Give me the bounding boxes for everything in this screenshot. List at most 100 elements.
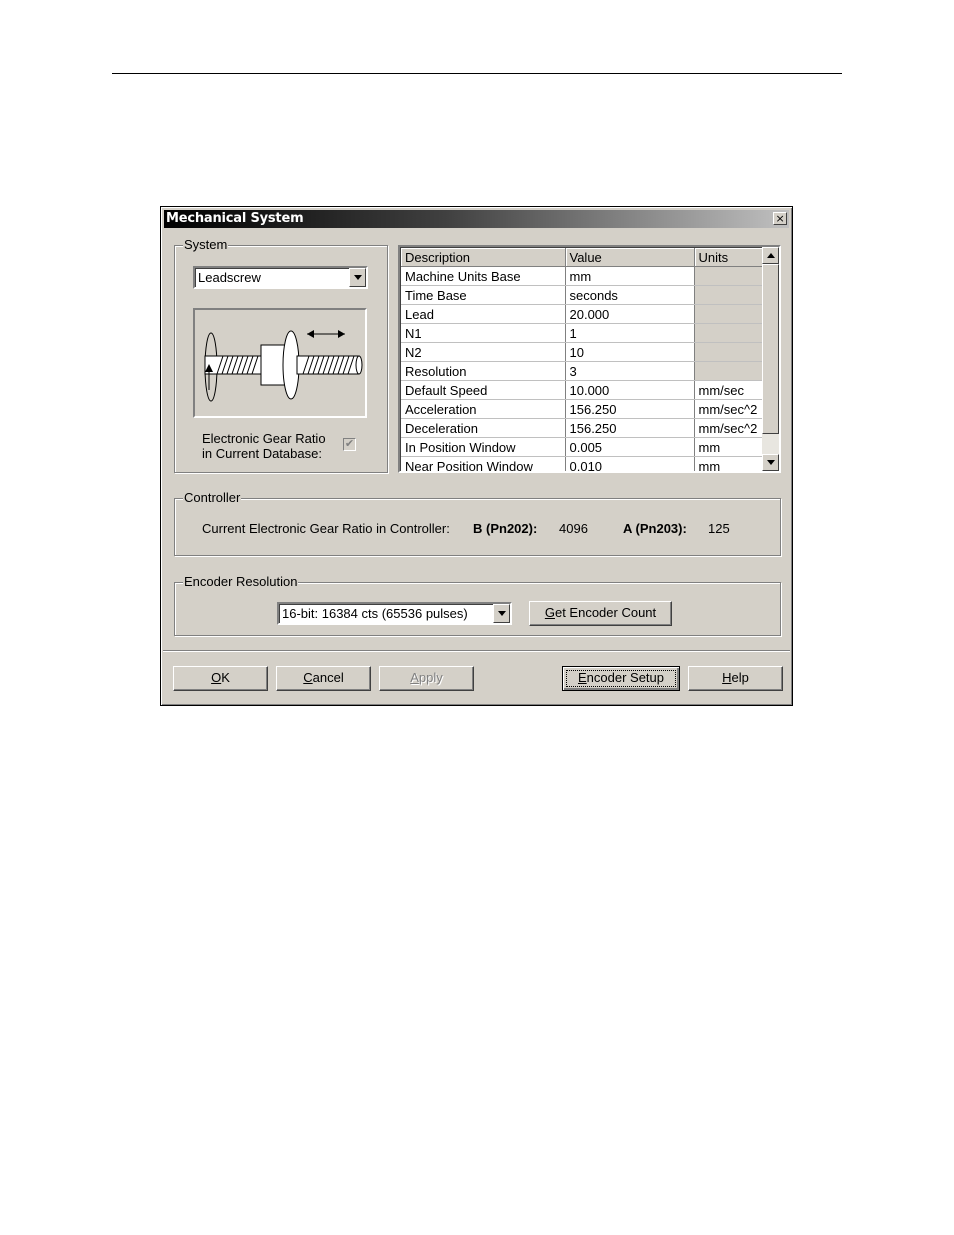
table-row[interactable]: Acceleration 156.250 mm/sec^2 [401,399,763,419]
cell-description: Resolution [401,361,566,381]
table-row[interactable]: Near Position Window 0.010 mm [401,456,763,471]
a-pn203-label: A (Pn203): [623,521,687,536]
dialog-title: Mechanical System [166,211,304,226]
cell-value[interactable]: 1 [565,323,695,343]
cell-value[interactable]: 0.010 [565,456,695,471]
table-row[interactable]: N1 1 [401,323,763,343]
cell-units [694,323,763,343]
cell-description: Lead [401,304,566,324]
cancel-button[interactable]: Cancel [276,666,371,691]
cell-value[interactable]: 10.000 [565,380,695,400]
scroll-down-button[interactable] [762,454,779,471]
cell-units [694,285,763,305]
cell-units [694,266,763,286]
leadscrew-illustration [193,308,367,418]
encoder-setup-button[interactable]: Encoder Setup [562,666,680,691]
encoder-dropdown-button[interactable] [493,604,510,623]
encoder-resolution-group: Encoder Resolution 16-bit: 16384 cts (65… [174,574,781,636]
scroll-up-button[interactable] [762,247,779,264]
gear-ratio-label: Electronic Gear Ratio in Current Databas… [202,431,326,461]
button-label: elp [731,670,749,685]
cell-value[interactable]: 156.250 [565,399,695,419]
button-mnemonic: A [410,670,419,685]
cell-value[interactable]: 156.250 [565,418,695,438]
controller-ratio-label: Current Electronic Gear Ratio in Control… [202,521,450,536]
system-type-value: Leadscrew [198,270,261,285]
properties-grid[interactable]: Description Value Units Machine Units Ba… [398,245,781,473]
leadscrew-diagram-icon [204,330,363,402]
apply-button[interactable]: Apply [379,666,474,691]
system-type-dropdown-button[interactable] [349,268,366,287]
cell-value[interactable]: 3 [565,361,695,381]
cell-description: Machine Units Base [401,266,566,286]
encoder-resolution-value: 16-bit: 16384 cts (65536 pulses) [282,606,468,621]
button-mnemonic: G [544,605,555,620]
cell-value[interactable]: mm [565,266,695,286]
button-label: pply [418,670,443,685]
gear-ratio-label-line1: Electronic Gear Ratio [202,431,326,446]
button-label: et Encoder Count [554,605,657,620]
button-mnemonic: C [303,670,313,685]
a-pn203-value: 125 [708,521,730,536]
table-row[interactable]: Default Speed 10.000 mm/sec [401,380,763,400]
b-pn202-value: 4096 [559,521,588,536]
cell-description: N2 [401,342,566,362]
button-label: ancel [312,670,344,685]
cell-description: Time Base [401,285,566,305]
cell-value[interactable]: seconds [565,285,695,305]
table-header-row: Description Value Units [401,248,763,267]
cell-value[interactable]: 0.005 [565,437,695,457]
encoder-resolution-select[interactable]: 16-bit: 16384 cts (65536 pulses) [277,602,512,625]
cell-units: mm/sec^2 [694,418,763,438]
cell-description: In Position Window [401,437,566,457]
table-row[interactable]: In Position Window 0.005 mm [401,437,763,457]
button-label: K [221,670,230,685]
cell-description: N1 [401,323,566,343]
chevron-down-icon [353,275,362,280]
cell-description: Near Position Window [401,456,566,471]
system-type-select[interactable]: Leadscrew [193,266,368,289]
cell-units [694,361,763,381]
cell-units [694,304,763,324]
system-group: System Leadscrew Electronic Gear Ratio i… [174,237,388,473]
ok-button[interactable]: OK [173,666,268,691]
table-row[interactable]: N2 10 [401,342,763,362]
table-row[interactable]: Machine Units Base mm [401,266,763,286]
b-pn202-label: B (Pn202): [473,521,538,536]
system-group-label: System [183,237,229,253]
page-header-rule [112,73,842,74]
encoder-group-label: Encoder Resolution [183,574,299,590]
checkmark-icon: ✔ [344,438,355,450]
gear-ratio-checkbox[interactable]: ✔ [343,438,356,451]
properties-table: Description Value Units Machine Units Ba… [401,248,763,471]
cell-units [694,342,763,362]
mechanical-system-dialog: Mechanical System × System Leadscrew Ele… [160,206,793,706]
table-row[interactable]: Resolution 3 [401,361,763,381]
chevron-down-icon [497,611,506,616]
cell-units: mm [694,437,763,457]
column-header-description[interactable]: Description [401,248,566,267]
scroll-thumb[interactable] [762,264,779,434]
cell-description: Acceleration [401,399,566,419]
controller-group: Controller Current Electronic Gear Ratio… [174,490,781,556]
close-icon: × [775,212,785,225]
button-mnemonic: H [722,670,732,685]
button-mnemonic: O [211,670,222,685]
focus-ring [566,670,676,687]
close-button[interactable]: × [773,212,787,225]
cell-value[interactable]: 20.000 [565,304,695,324]
help-button[interactable]: Help [688,666,783,691]
cell-units: mm/sec^2 [694,399,763,419]
get-encoder-count-button[interactable]: Get Encoder Count [529,601,672,626]
grid-scrollbar[interactable] [762,247,779,471]
arrow-up-icon [766,253,775,258]
table-row[interactable]: Time Base seconds [401,285,763,305]
cell-description: Deceleration [401,418,566,438]
column-header-value[interactable]: Value [565,248,695,267]
cell-description: Default Speed [401,380,566,400]
cell-value[interactable]: 10 [565,342,695,362]
table-row[interactable]: Deceleration 156.250 mm/sec^2 [401,418,763,438]
table-row[interactable]: Lead 20.000 [401,304,763,324]
controller-group-label: Controller [183,490,242,506]
column-header-units[interactable]: Units [694,248,763,267]
